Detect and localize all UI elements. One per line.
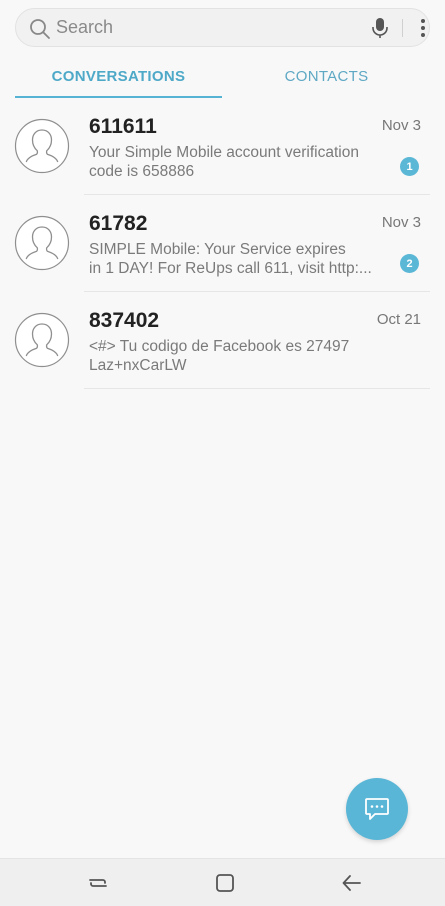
person-avatar-icon <box>14 118 70 174</box>
search-bar-divider <box>402 19 403 37</box>
chat-bubble-icon <box>365 798 389 820</box>
search-icon <box>30 19 50 39</box>
recent-apps-icon[interactable] <box>86 871 110 895</box>
conversation-item[interactable]: 611611 Your Simple Mobile account verifi… <box>0 98 445 195</box>
preview-line: SIMPLE Mobile: Your Service expires <box>89 241 346 258</box>
tab-conversations[interactable]: CONVERSATIONS <box>15 60 222 98</box>
tab-bar: CONVERSATIONS CONTACTS <box>15 60 430 98</box>
conversation-sender: 611611 <box>89 115 157 138</box>
preview-line: Laz+nxCarLW <box>89 357 187 374</box>
back-arrow-icon[interactable] <box>340 871 364 895</box>
preview-line: <#> Tu codigo de Facebook es 27497 <box>89 338 350 355</box>
person-avatar-icon <box>14 215 70 271</box>
conversation-sender: 61782 <box>89 212 148 235</box>
search-bar[interactable] <box>15 8 430 47</box>
more-vertical-icon[interactable] <box>413 16 433 40</box>
preview-line: code is 658886 <box>89 163 195 180</box>
conversation-list: 611611 Your Simple Mobile account verifi… <box>0 98 445 389</box>
conversation-preview: <#> Tu codigo de Facebook es 27497 Laz+n… <box>89 337 374 375</box>
conversation-item[interactable]: 837402 <#> Tu codigo de Facebook es 2749… <box>0 292 445 389</box>
conversation-date: Oct 21 <box>376 311 421 328</box>
home-icon[interactable] <box>213 871 237 895</box>
preview-line: in 1 DAY! For ReUps call 611, visit http… <box>89 260 372 277</box>
conversation-date: Nov 3 <box>381 117 421 134</box>
preview-line: Your Simple Mobile account verification <box>89 144 359 161</box>
conversation-preview: Your Simple Mobile account verification … <box>89 143 374 181</box>
list-divider <box>84 388 430 389</box>
compose-button[interactable] <box>346 778 408 840</box>
person-avatar-icon <box>14 312 70 368</box>
unread-badge: 1 <box>400 157 419 176</box>
mic-icon[interactable] <box>369 16 391 40</box>
tab-contacts[interactable]: CONTACTS <box>223 60 430 98</box>
conversation-item[interactable]: 61782 SIMPLE Mobile: Your Service expire… <box>0 195 445 292</box>
conversation-preview: SIMPLE Mobile: Your Service expires in 1… <box>89 240 374 278</box>
messages-screen: CONVERSATIONS CONTACTS 611611 Your Simpl… <box>0 0 445 906</box>
system-nav-bar <box>0 858 445 906</box>
conversation-date: Nov 3 <box>381 214 421 231</box>
search-input[interactable] <box>56 9 356 46</box>
unread-badge: 2 <box>400 254 419 273</box>
conversation-sender: 837402 <box>89 309 160 332</box>
